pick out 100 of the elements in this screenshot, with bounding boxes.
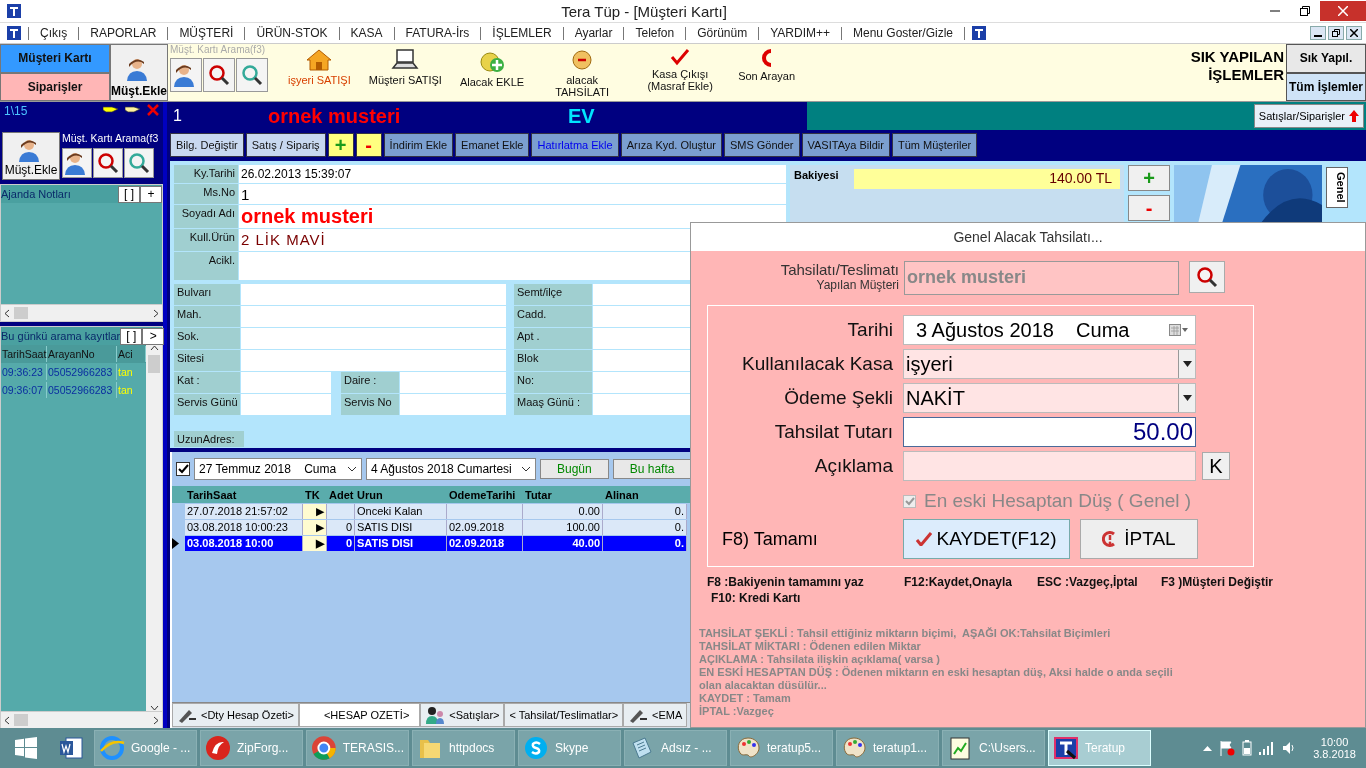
horizontal-scrollbar[interactable] — [1, 304, 162, 321]
search-button[interactable] — [203, 58, 235, 92]
date-dropdown[interactable]: 4 Ağustos 2018 Cumartesi — [366, 458, 536, 480]
add-customer-button[interactable]: Müşt.Ekle — [110, 44, 168, 101]
chevron-icon[interactable] — [1203, 745, 1213, 751]
panel-button[interactable]: + — [140, 185, 162, 203]
quick-button[interactable]: Tüm İşlemler — [1286, 72, 1366, 101]
tab[interactable]: <Dty Hesap Özeti> — [172, 703, 299, 727]
menu-item[interactable]: Çıkış — [28, 26, 79, 40]
nav-button[interactable]: Müşteri Kartı — [0, 44, 110, 73]
search-label: Müşt. Kartı Arama(f3 — [62, 132, 159, 146]
toolbar-button[interactable]: Müşteri SATIŞI — [362, 48, 448, 86]
search-button[interactable] — [1189, 261, 1225, 293]
tab[interactable]: < Tahsilat/Teslimatlar> — [504, 703, 624, 727]
action-button[interactable]: Bilg. Değiştir — [170, 133, 244, 157]
action-button[interactable]: SMS Gönder — [723, 133, 800, 157]
input-field[interactable] — [241, 284, 506, 305]
toolbar-button[interactable]: Kasa Çıkışı (Masraf Ekle) — [634, 48, 727, 92]
customer-search-button[interactable] — [170, 58, 202, 92]
menu-item[interactable]: Telefon — [623, 26, 686, 40]
pointer-icon[interactable] — [103, 104, 119, 114]
input-field[interactable] — [241, 350, 506, 371]
close-icon[interactable] — [147, 104, 159, 116]
scrollbar-thumb[interactable] — [148, 355, 160, 373]
toolbar-button[interactable]: alacak TAHSİLATI — [536, 48, 629, 98]
action-button[interactable]: + — [327, 133, 354, 157]
tab[interactable]: <HESAP OZETİ> — [298, 703, 421, 727]
balance-button[interactable]: - — [1128, 195, 1170, 221]
save-button[interactable]: KAYDET(F12) — [903, 519, 1070, 559]
input-field[interactable] — [400, 394, 506, 415]
minimize-button[interactable] — [1310, 26, 1326, 40]
date-dropdown[interactable]: 27 Temmuz 2018 Cuma — [194, 458, 362, 480]
panel-button[interactable]: [ ] — [118, 185, 140, 203]
nav-button[interactable]: Siparişler — [0, 72, 110, 101]
action-button[interactable]: Satış / Sipariş — [245, 133, 326, 157]
app-icon — [1053, 735, 1079, 761]
speaker-icon[interactable] — [1282, 741, 1297, 755]
action-button[interactable]: Arıza Kyd. Oluştur — [620, 133, 722, 157]
horizontal-scrollbar[interactable] — [1, 711, 162, 728]
action-button[interactable]: Tüm Müşteriler — [891, 133, 978, 157]
menu-item[interactable]: Ayarlar — [562, 26, 624, 40]
input-field[interactable] — [400, 372, 506, 393]
action-button[interactable]: İndirim Ekle — [383, 133, 454, 157]
input-field[interactable] — [241, 328, 506, 349]
battery-icon[interactable] — [1242, 740, 1253, 756]
customer-search-button[interactable] — [62, 148, 92, 178]
menu-item[interactable]: RAPORLAR — [78, 26, 168, 40]
tab[interactable]: <EMA — [623, 703, 688, 727]
toolbar-button[interactable]: işyeri SATIŞI — [282, 48, 357, 86]
menu-item[interactable]: ÜRÜN-STOK — [244, 26, 339, 40]
cancel-button[interactable]: İPTAL — [1080, 519, 1198, 559]
orders-button[interactable]: Satışlar/Siparişler — [1253, 104, 1364, 128]
dropdown-field[interactable]: NAKİT — [903, 383, 1196, 413]
app-icon[interactable] — [6, 25, 22, 41]
date-field[interactable]: 3 Ağustos 2018 Cuma — [903, 315, 1196, 345]
input-field[interactable] — [241, 372, 331, 393]
add-customer-button[interactable]: Müşt.Ekle — [2, 132, 60, 180]
restore-button[interactable] — [1328, 26, 1344, 40]
table-cell: 0 — [327, 535, 355, 551]
tab[interactable]: <Satışlar> — [420, 703, 505, 727]
table-cell-text: tan — [117, 365, 134, 380]
search-button[interactable] — [93, 148, 123, 178]
scrollbar-thumb[interactable] — [14, 714, 28, 726]
zoom-in-button[interactable] — [236, 58, 268, 92]
panel-button[interactable]: > — [142, 327, 165, 345]
quick-button[interactable]: Sık Yapıl. — [1286, 44, 1366, 73]
zoom-in-button[interactable] — [124, 148, 154, 178]
checkbox[interactable] — [176, 462, 190, 476]
input-field[interactable] — [241, 394, 331, 415]
input-field[interactable] — [903, 451, 1196, 481]
vertical-scrollbar[interactable] — [146, 345, 162, 711]
scrollbar-thumb[interactable] — [14, 307, 28, 319]
field-label: Apt . — [514, 328, 592, 349]
k-button[interactable]: K — [1202, 452, 1230, 480]
dropdown-field[interactable]: işyeri — [903, 349, 1196, 379]
table-cell: ▶ — [303, 519, 327, 535]
action-button[interactable]: VASITAya Bildir — [801, 133, 890, 157]
side-tab[interactable]: Genel — [1326, 167, 1348, 208]
toolbar-button[interactable]: Son Arayan — [732, 48, 801, 82]
menu-item[interactable]: Görünüm — [685, 26, 759, 40]
action-button[interactable]: - — [355, 133, 382, 157]
app-icon[interactable] — [971, 25, 988, 41]
menu-item[interactable]: Menu Goster/Gizle — [841, 26, 966, 40]
panel-button[interactable]: [ ] — [120, 327, 143, 345]
input-field[interactable] — [241, 306, 506, 327]
field-label: Açıklama — [813, 455, 893, 477]
close-button[interactable] — [1346, 26, 1362, 40]
action-button[interactable]: Emanet Ekle — [455, 133, 530, 157]
menu-item[interactable]: FATURA-İrs — [393, 26, 481, 40]
flag-icon[interactable] — [1219, 740, 1236, 756]
menu-item[interactable]: İŞLEMLER — [480, 26, 563, 40]
signal-icon[interactable] — [1259, 741, 1276, 755]
menu-item[interactable]: YARDIM++ — [758, 26, 841, 40]
pointer-icon[interactable] — [125, 104, 141, 114]
amount-field[interactable]: 50.00 — [903, 417, 1196, 447]
toolbar-button[interactable]: Alacak EKLE — [453, 48, 531, 88]
menu-item[interactable]: KASA — [338, 26, 394, 40]
filter-button[interactable]: Bu hafta — [612, 459, 692, 479]
filter-button[interactable]: Bugün — [540, 459, 609, 479]
menu-item[interactable]: MÜŞTERİ — [167, 26, 245, 40]
